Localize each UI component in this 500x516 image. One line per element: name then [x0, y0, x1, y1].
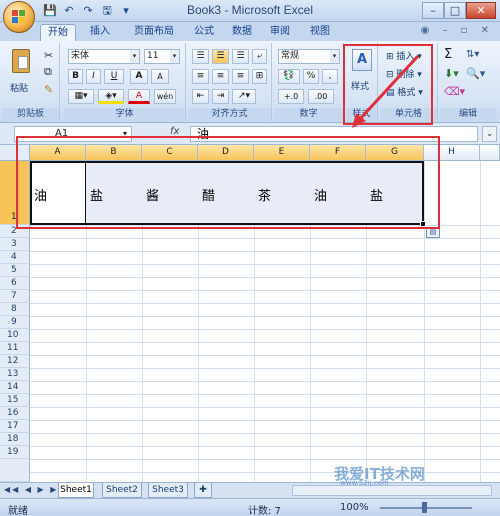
help-icons[interactable]: ◉ – ▫ ✕ [421, 25, 494, 36]
phonetic-button[interactable]: wén [154, 89, 176, 104]
row-header-7[interactable]: 7 [0, 290, 30, 303]
align-top-icon[interactable]: ☰ [192, 49, 209, 64]
insert-sheet-icon[interactable]: ✚ [194, 483, 212, 498]
autosum-button[interactable]: Σ [444, 47, 452, 62]
align-middle-icon[interactable]: ☰ [212, 49, 229, 64]
row-header-10[interactable]: 10 [0, 329, 30, 342]
row-header-11[interactable]: 11 [0, 342, 30, 355]
highlight-box-range [16, 136, 440, 229]
row-header-20[interactable] [0, 459, 30, 482]
currency-icon[interactable]: 💱 [278, 69, 300, 84]
office-button[interactable] [3, 1, 35, 33]
sheet-tab-1[interactable]: Sheet1 [58, 483, 94, 498]
clear-icon[interactable]: ⌫▾ [444, 85, 465, 98]
orientation-icon[interactable]: ↗▾ [232, 89, 256, 104]
row-header-5[interactable]: 5 [0, 264, 30, 277]
comma-button[interactable]: , [322, 69, 338, 84]
alignment-group: ☰ ☰ ☰ ⤶ ≡ ≡ ≡ ⊞ ⇤ ⇥ ↗▾ 对齐方式 [188, 43, 272, 121]
row-header-12[interactable]: 12 [0, 355, 30, 368]
close-button[interactable]: ✕ [466, 2, 496, 19]
row-header-13[interactable]: 13 [0, 368, 30, 381]
row-header-15[interactable]: 15 [0, 394, 30, 407]
cut-icon[interactable]: ✂ [44, 49, 53, 62]
align-bottom-icon[interactable]: ☰ [232, 49, 249, 64]
paste-icon[interactable] [12, 49, 30, 73]
font-group-label: 字体 [64, 108, 185, 121]
status-count: 计数: 7 [248, 506, 281, 516]
watermark: 我爱IT技术网 www.52ij.com [300, 445, 500, 500]
title-bar: 💾 ↶ ↷ 🖫 ▾ Book3 - Microsoft Excel – □ ✕ [0, 0, 500, 33]
expand-formula-bar-button[interactable]: ⌄ [482, 126, 497, 142]
clipboard-group: 粘贴 ✂ ⧉ ✎ 剪贴板 [2, 43, 60, 121]
row-header-9[interactable]: 9 [0, 316, 30, 329]
clipboard-group-label: 剪贴板 [2, 108, 59, 121]
grow-font-button[interactable]: A [130, 69, 148, 84]
excel-window: { "window": { "title": "Book3 - Microsof… [0, 0, 500, 516]
fill-color-button[interactable]: ◈▾ [98, 89, 124, 104]
highlight-box-ribbon [343, 44, 433, 125]
font-size-combo[interactable]: 11 ▾ [144, 49, 180, 64]
decrease-indent-icon[interactable]: ⇤ [192, 89, 209, 104]
status-bar: 就绪 计数: 7 100% [0, 498, 500, 516]
tab-view[interactable]: 视图 [306, 24, 334, 41]
fill-icon[interactable]: ⬇▾ [444, 67, 459, 80]
tab-review[interactable]: 审阅 [266, 24, 294, 41]
font-color-button[interactable]: A [128, 89, 150, 104]
row-header-14[interactable]: 14 [0, 381, 30, 394]
border-button[interactable]: ▦▾ [68, 89, 94, 104]
sheet-tab-2[interactable]: Sheet2 [102, 483, 142, 498]
number-group-label: 数字 [274, 108, 343, 121]
increase-indent-icon[interactable]: ⇥ [212, 89, 229, 104]
minimize-button[interactable]: – [422, 2, 444, 19]
zoom-slider-handle[interactable] [422, 502, 427, 513]
status-ready: 就绪 [8, 506, 28, 516]
row-header-4[interactable]: 4 [0, 251, 30, 264]
maximize-button[interactable]: □ [444, 2, 466, 19]
tab-home[interactable]: 开始 [40, 24, 76, 41]
editing-group: Σ ⇅▾ ⬇▾ 🔍▾ ⌫▾ 编辑 [440, 43, 496, 121]
tab-formulas[interactable]: 公式 [190, 24, 218, 41]
tab-insert[interactable]: 插入 [84, 24, 116, 41]
decrease-decimal-button[interactable]: .00 [308, 89, 334, 104]
format-painter-icon[interactable]: ✎ [44, 83, 53, 96]
alignment-group-label: 对齐方式 [188, 108, 271, 121]
row-header-17[interactable]: 17 [0, 420, 30, 433]
merge-center-icon[interactable]: ⊞ [252, 69, 267, 84]
underline-button[interactable]: U [104, 69, 124, 84]
zoom-level[interactable]: 100% [340, 502, 369, 513]
percent-button[interactable]: % [303, 69, 319, 84]
align-center-icon[interactable]: ≡ [212, 69, 229, 84]
row-header-19[interactable]: 19 [0, 446, 30, 459]
tab-page-layout[interactable]: 页面布局 [126, 24, 182, 41]
font-group: 宋体 ▾ 11 ▾ B I U A A ▦▾ ◈▾ A wén 字体 [64, 43, 186, 121]
bold-button[interactable]: B [68, 69, 83, 84]
sort-filter-icon[interactable]: ⇅▾ [466, 49, 479, 60]
increase-decimal-button[interactable]: +.0 [278, 89, 304, 104]
align-left-icon[interactable]: ≡ [192, 69, 209, 84]
font-name-combo[interactable]: 宋体 ▾ [68, 49, 140, 64]
align-right-icon[interactable]: ≡ [232, 69, 249, 84]
number-format-combo[interactable]: 常规 ▾ [278, 49, 340, 64]
wrap-text-icon[interactable]: ⤶ [252, 49, 267, 64]
row-header-16[interactable]: 16 [0, 407, 30, 420]
tab-data[interactable]: 数据 [228, 24, 256, 41]
column-header-i[interactable] [480, 145, 500, 161]
italic-button[interactable]: I [86, 69, 101, 84]
sheet-tab-3[interactable]: Sheet3 [148, 483, 188, 498]
number-group: 常规 ▾ 💱 % , +.0 .00 数字 [274, 43, 344, 121]
find-icon[interactable]: 🔍▾ [466, 67, 485, 80]
row-header-8[interactable]: 8 [0, 303, 30, 316]
row-header-3[interactable]: 3 [0, 238, 30, 251]
ribbon-tabs: 开始 插入 页面布局 公式 数据 审阅 视图 ◉ – ▫ ✕ [0, 22, 500, 41]
shrink-font-button[interactable]: A [151, 69, 169, 84]
editing-group-label: 编辑 [440, 108, 496, 121]
row-header-6[interactable]: 6 [0, 277, 30, 290]
row-header-18[interactable]: 18 [0, 433, 30, 446]
paste-label[interactable]: 粘贴 [10, 81, 28, 94]
copy-icon[interactable]: ⧉ [44, 65, 52, 79]
watermark-url: www.52ij.com [340, 479, 389, 487]
